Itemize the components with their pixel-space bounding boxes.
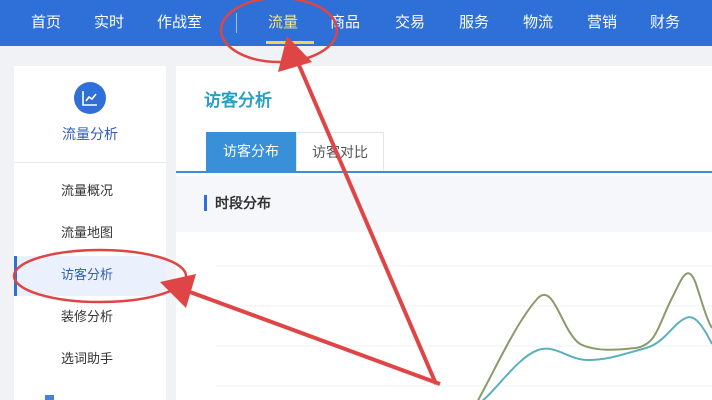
tab-visitor-distribution[interactable]: 访客分布 [206, 132, 296, 172]
sidebar-item-decoration-analysis[interactable]: 装修分析 [14, 298, 166, 338]
top-navigation: 首页 实时 作战室 流量 商品 交易 服务 物流 营销 财务 [0, 0, 712, 46]
nav-item-marketing[interactable]: 营销 [587, 0, 617, 46]
nav-item-traffic[interactable]: 流量 [268, 0, 298, 46]
nav-divider [236, 13, 237, 33]
hourly-distribution-chart [216, 265, 712, 400]
line-chart-icon [74, 82, 106, 114]
nav-item-logistics[interactable]: 物流 [523, 0, 553, 46]
tab-visitor-comparison[interactable]: 访客对比 [296, 132, 384, 172]
sidebar-divider [14, 162, 166, 163]
sidebar: 流量分析 流量概况 流量地图 访客分析 装修分析 选词助手 [14, 66, 166, 400]
nav-item-services[interactable]: 服务 [459, 0, 489, 46]
section-marker [204, 195, 207, 211]
main-panel: 访客分析 访客分布 访客对比 时段分布 [176, 66, 712, 400]
sidebar-item-traffic-map[interactable]: 流量地图 [14, 214, 166, 254]
nav-item-home[interactable]: 首页 [31, 0, 61, 46]
tab-underline [176, 171, 712, 173]
section-title: 时段分布 [215, 196, 271, 212]
sidebar-title: 流量分析 [62, 127, 118, 143]
nav-item-trades[interactable]: 交易 [395, 0, 425, 46]
sidebar-item-traffic-overview[interactable]: 流量概况 [14, 172, 166, 212]
chart-series-teal [481, 316, 712, 400]
sidebar-item-visitor-analysis[interactable]: 访客分析 [14, 256, 166, 296]
nav-item-finance[interactable]: 财务 [650, 0, 680, 46]
section-header: 时段分布 [176, 176, 712, 232]
page-title: 访客分析 [204, 91, 272, 111]
sidebar-item-keyword-helper[interactable]: 选词助手 [14, 340, 166, 380]
folder-icon [45, 395, 54, 400]
nav-item-war-room[interactable]: 作战室 [157, 0, 202, 46]
chart-series-olive [477, 272, 712, 400]
nav-item-realtime[interactable]: 实时 [94, 0, 124, 46]
nav-item-products[interactable]: 商品 [330, 0, 360, 46]
nav-active-underline [266, 41, 314, 44]
